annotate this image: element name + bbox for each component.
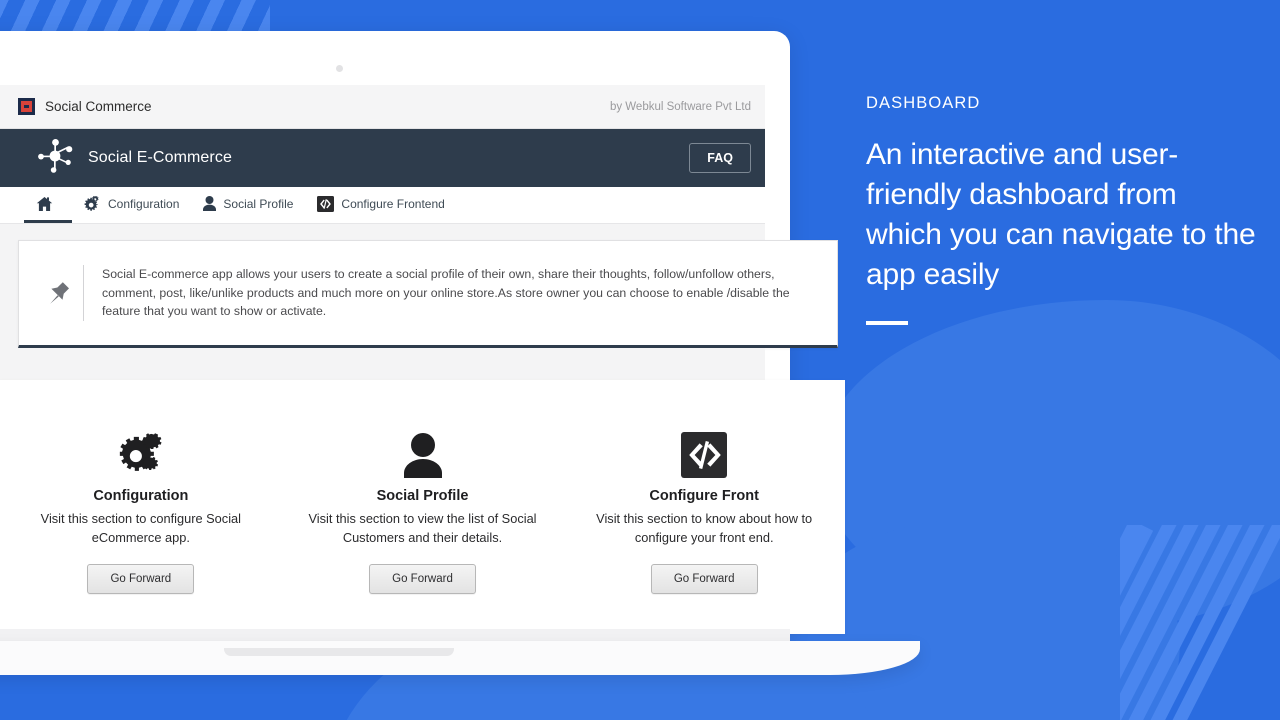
camera-dot-icon bbox=[336, 65, 343, 72]
section-tabbar: Configuration Social Profile Configure F… bbox=[0, 187, 765, 224]
card-configure-front-button[interactable]: Go Forward bbox=[650, 563, 758, 594]
user-icon bbox=[296, 422, 550, 478]
card-configuration-title: Configuration bbox=[93, 488, 189, 504]
content-gap-band bbox=[0, 348, 765, 380]
tab-social-profile-label: Social Profile bbox=[223, 196, 294, 211]
social-commerce-logo-icon bbox=[18, 98, 35, 115]
diagonal-stripes-bottom-right bbox=[1120, 525, 1280, 720]
code-brackets-icon bbox=[317, 195, 335, 212]
background-blob-right bbox=[820, 300, 1280, 630]
tab-social-profile[interactable]: Social Profile bbox=[191, 187, 305, 223]
primary-navbar: Social E-Commerce FAQ bbox=[0, 129, 765, 187]
alert-region: Social E-commerce app allows your users … bbox=[0, 224, 838, 348]
promo-underline-rule bbox=[866, 320, 908, 325]
tab-configure-frontend-label: Configure Frontend bbox=[341, 196, 445, 211]
promo-kicker: DASHBOARD bbox=[866, 94, 981, 112]
browser-screen: Social Commerce by Webkul Software Pvt L… bbox=[0, 85, 845, 634]
promo-panel: DASHBOARD An interactive and user-friend… bbox=[866, 94, 1260, 325]
promo-headline: An interactive and user-friendly dashboa… bbox=[866, 138, 1256, 291]
card-configure-front-title: Configure Front bbox=[649, 488, 759, 504]
card-configuration-desc: Visit this section to configure Social e… bbox=[40, 511, 241, 545]
gears-icon bbox=[14, 422, 268, 478]
navbar-brand-label: Social E-Commerce bbox=[88, 149, 232, 166]
card-social-profile[interactable]: Social Profile Visit this section to vie… bbox=[282, 422, 564, 594]
tab-configure-frontend[interactable]: Configure Frontend bbox=[305, 187, 456, 223]
card-configure-front[interactable]: Configure Front Visit this section to kn… bbox=[563, 422, 845, 594]
info-panel-text: Social E-commerce app allows your users … bbox=[83, 264, 803, 322]
shortcut-cards-panel: Configuration Visit this section to conf… bbox=[0, 380, 845, 634]
laptop-base bbox=[0, 641, 920, 675]
slide-canvas: Social Commerce by Webkul Software Pvt L… bbox=[0, 0, 1280, 720]
faq-button[interactable]: FAQ bbox=[689, 143, 751, 173]
laptop-trackpad-notch bbox=[224, 648, 454, 656]
tab-configuration[interactable]: Configuration bbox=[72, 187, 191, 223]
card-social-profile-title: Social Profile bbox=[376, 488, 469, 504]
card-configure-front-desc: Visit this section to know about how to … bbox=[596, 511, 813, 545]
app-header-left: Social Commerce bbox=[18, 98, 152, 115]
navbar-brand-group[interactable]: Social E-Commerce bbox=[38, 138, 232, 178]
app-title: Social Commerce bbox=[45, 99, 152, 114]
app-header-bar: Social Commerce by Webkul Software Pvt L… bbox=[0, 85, 765, 129]
app-vendor-label: by Webkul Software Pvt Ltd bbox=[609, 100, 751, 113]
card-configuration-button[interactable]: Go Forward bbox=[87, 563, 195, 594]
card-configuration[interactable]: Configuration Visit this section to conf… bbox=[0, 422, 282, 594]
card-social-profile-button[interactable]: Go Forward bbox=[369, 563, 476, 594]
tab-home[interactable] bbox=[24, 187, 72, 223]
home-icon bbox=[36, 196, 53, 212]
card-social-profile-desc: Visit this section to view the list of S… bbox=[308, 511, 537, 545]
code-brackets-icon bbox=[577, 422, 831, 478]
user-icon bbox=[203, 196, 217, 211]
gears-icon bbox=[84, 195, 101, 212]
pushpin-icon bbox=[37, 281, 83, 305]
info-panel: Social E-commerce app allows your users … bbox=[18, 240, 838, 348]
tab-configuration-label: Configuration bbox=[108, 196, 180, 211]
network-nodes-icon bbox=[38, 138, 74, 178]
